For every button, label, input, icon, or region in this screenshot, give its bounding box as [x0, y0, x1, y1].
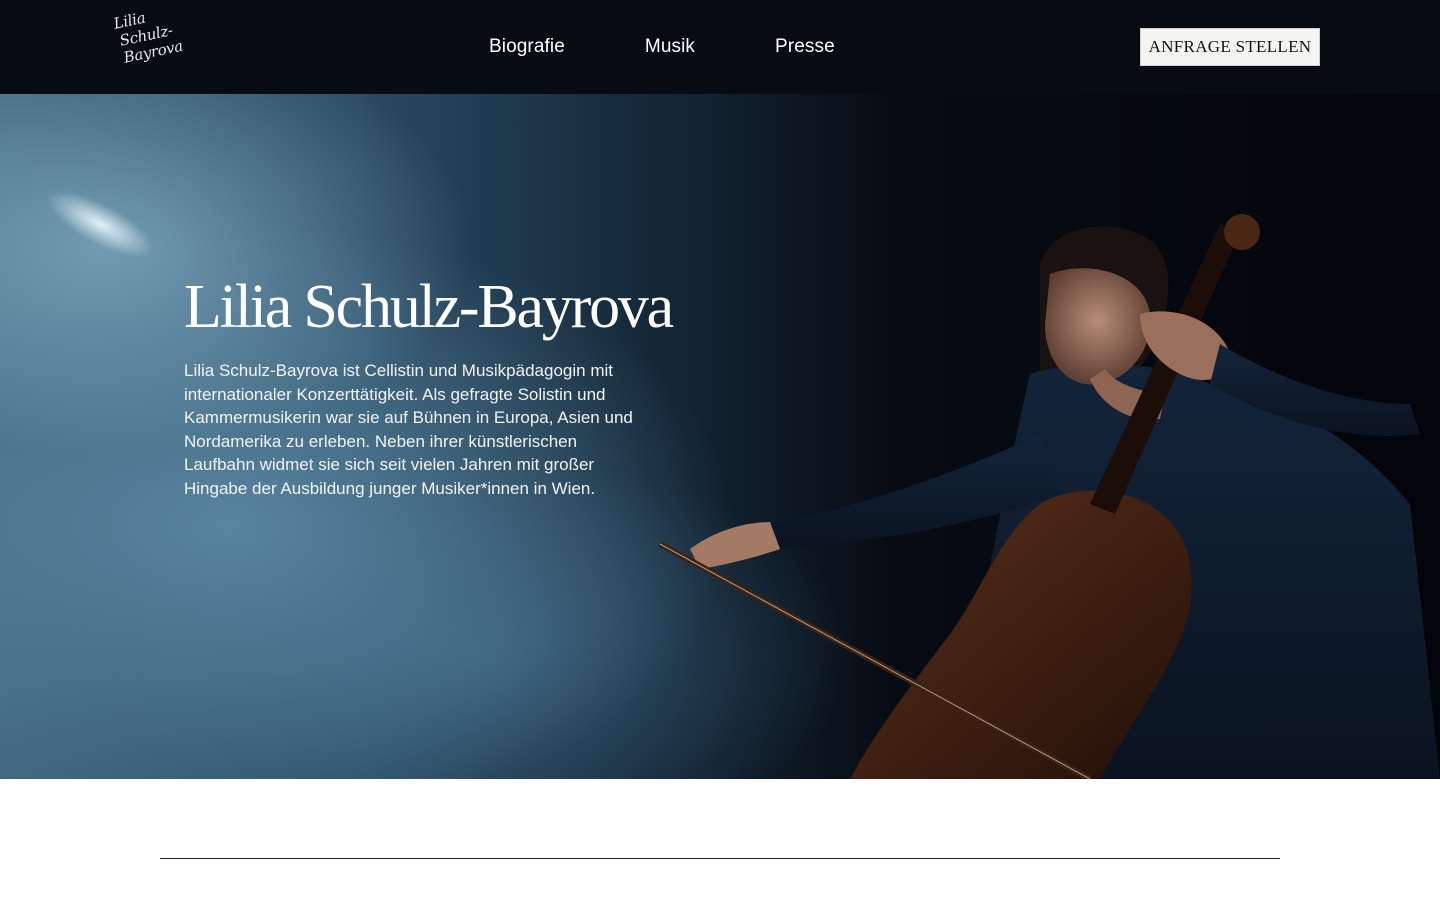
- inquiry-button[interactable]: ANFRAGE STELLEN: [1140, 28, 1320, 66]
- nav-link-biografie[interactable]: Biografie: [489, 36, 565, 58]
- section-divider: [160, 858, 1280, 859]
- hero-title: Lilia Schulz-Bayrova: [184, 273, 674, 341]
- cellist-photo-icon: [658, 214, 1440, 779]
- site-logo[interactable]: Lilia Schulz- Bayrova: [112, 9, 192, 80]
- hero-section: Lilia Schulz-Bayrova Lilia Schulz-Bayrov…: [0, 94, 1440, 779]
- site-header: Lilia Schulz- Bayrova Biografie Musik Pr…: [0, 0, 1440, 94]
- nav-link-presse[interactable]: Presse: [775, 36, 835, 58]
- hero-description: Lilia Schulz-Bayrova ist Cellistin und M…: [184, 361, 633, 498]
- nav-link-musik[interactable]: Musik: [645, 36, 695, 58]
- main-nav: Biografie Musik Presse: [489, 36, 835, 58]
- hero-spotlight: [37, 178, 163, 270]
